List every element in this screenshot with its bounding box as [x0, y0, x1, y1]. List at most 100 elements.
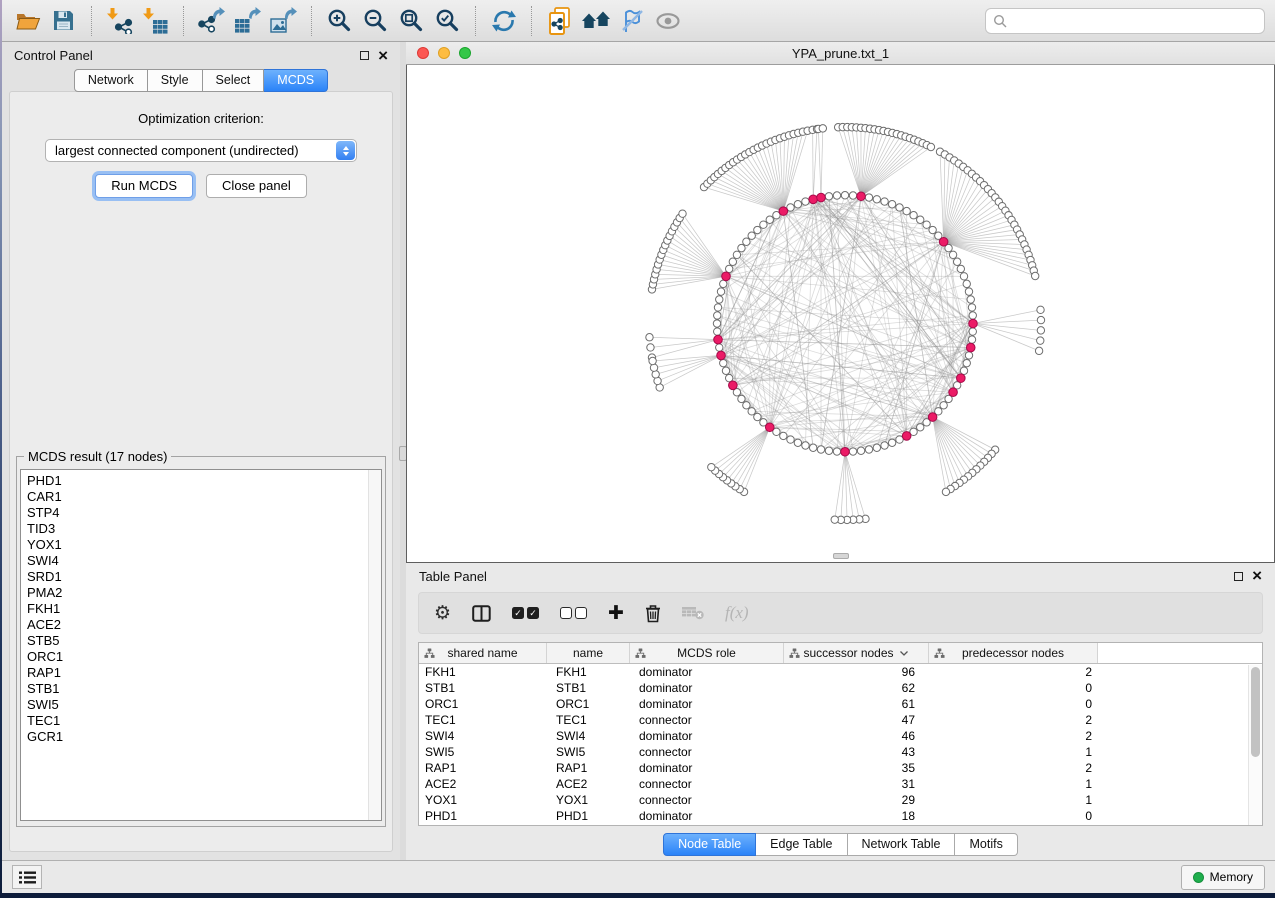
save-session-icon[interactable]	[48, 5, 79, 36]
cell-successor-nodes: 31	[784, 777, 929, 791]
column-header-predecessor-nodes[interactable]: predecessor nodes	[929, 643, 1098, 663]
run-mcds-button[interactable]: Run MCDS	[95, 174, 193, 198]
zoom-fit-icon[interactable]	[396, 5, 427, 36]
cell-name: FKH1	[547, 665, 630, 679]
zoom-selected-icon[interactable]	[432, 5, 463, 36]
tab-motifs[interactable]: Motifs	[955, 833, 1017, 856]
table-row[interactable]: SWI4SWI4dominator462	[419, 728, 1262, 744]
tab-edge-table[interactable]: Edge Table	[756, 833, 847, 856]
tab-network-table[interactable]: Network Table	[848, 833, 956, 856]
table-row[interactable]: ACE2ACE2connector311	[419, 776, 1262, 792]
tab-style[interactable]: Style	[148, 69, 203, 92]
export-table-icon[interactable]	[232, 5, 263, 36]
export-image-icon[interactable]	[268, 5, 299, 36]
table-row[interactable]: ORC1ORC1dominator610	[419, 696, 1262, 712]
control-panel-tabs: NetworkStyleSelectMCDS	[2, 69, 400, 92]
mcds-list-scrollbar[interactable]	[368, 470, 381, 820]
column-header-shared-name[interactable]: shared name	[419, 643, 547, 663]
node-table-body: FKH1FKH1dominator962STB1STB1dominator620…	[419, 664, 1262, 824]
deselect-all-icon[interactable]	[560, 607, 587, 619]
mcds-result-item[interactable]: SWI4	[27, 553, 381, 569]
column-header-name[interactable]: name	[547, 643, 630, 663]
table-scrollbar-thumb[interactable]	[1251, 667, 1260, 757]
main-toolbar	[2, 0, 1275, 42]
table-row[interactable]: FKH1FKH1dominator962	[419, 664, 1262, 680]
cell-predecessor-nodes: 1	[929, 777, 1098, 791]
refresh-layout-icon[interactable]	[488, 5, 519, 36]
network-from-clipboard-icon[interactable]	[544, 5, 575, 36]
select-all-icon[interactable]: ✓✓	[512, 607, 539, 619]
cell-successor-nodes: 29	[784, 793, 929, 807]
mcds-result-item[interactable]: ACE2	[27, 617, 381, 633]
horizontal-splitter-handle[interactable]	[833, 553, 849, 559]
cell-predecessor-nodes: 1	[929, 745, 1098, 759]
delete-row-icon[interactable]	[645, 604, 661, 623]
network-canvas[interactable]	[406, 65, 1275, 563]
node-table[interactable]: shared namenameMCDS rolesuccessor nodesp…	[418, 642, 1263, 826]
import-table-icon[interactable]	[140, 5, 171, 36]
cell-predecessor-nodes: 2	[929, 713, 1098, 727]
mcds-result-item[interactable]: FKH1	[27, 601, 381, 617]
toolbar-search[interactable]	[985, 8, 1265, 34]
float-panel-icon[interactable]	[360, 51, 369, 60]
mcds-result-item[interactable]: PMA2	[27, 585, 381, 601]
import-network-icon[interactable]	[104, 5, 135, 36]
mcds-result-item[interactable]: RAP1	[27, 665, 381, 681]
open-session-icon[interactable]	[12, 5, 43, 36]
mcds-result-item[interactable]: SWI5	[27, 697, 381, 713]
column-header-MCDS-role[interactable]: MCDS role	[630, 643, 784, 663]
cell-name: RAP1	[547, 761, 630, 775]
show-columns-icon[interactable]	[472, 605, 491, 622]
cell-shared-name: SWI5	[419, 745, 547, 759]
export-network-icon[interactable]	[196, 5, 227, 36]
memory-button[interactable]: Memory	[1181, 865, 1265, 890]
table-scrollbar[interactable]	[1248, 665, 1262, 825]
hide-flagged-icon[interactable]	[616, 5, 647, 36]
zoom-in-icon[interactable]	[324, 5, 355, 36]
criterion-select[interactable]: largest connected component (undirected)	[45, 139, 357, 162]
toolbar-separator	[531, 6, 532, 36]
mcds-result-item[interactable]: TID3	[27, 521, 381, 537]
mcds-result-item[interactable]: STB5	[27, 633, 381, 649]
cell-shared-name: ACE2	[419, 777, 547, 791]
cell-successor-nodes: 35	[784, 761, 929, 775]
table-toolbar: ⚙ ✓✓ ✚ f(x)	[418, 592, 1263, 634]
add-row-icon[interactable]: ✚	[608, 604, 624, 623]
search-networks-icon[interactable]	[580, 5, 611, 36]
tab-select[interactable]: Select	[203, 69, 265, 92]
zoom-out-icon[interactable]	[360, 5, 391, 36]
mcds-result-item[interactable]: PHD1	[27, 473, 381, 489]
toolbar-search-input[interactable]	[1012, 14, 1257, 28]
close-panel-button[interactable]: Close panel	[206, 174, 307, 198]
close-panel-icon[interactable]: ×	[378, 51, 388, 61]
table-row[interactable]: TEC1TEC1connector472	[419, 712, 1262, 728]
mcds-result-item[interactable]: YOX1	[27, 537, 381, 553]
table-row[interactable]: PHD1PHD1dominator180	[419, 808, 1262, 824]
mcds-result-list[interactable]: PHD1CAR1STP4TID3YOX1SWI4SRD1PMA2FKH1ACE2…	[20, 469, 382, 821]
mcds-result-item[interactable]: CAR1	[27, 489, 381, 505]
mcds-result-item[interactable]: GCR1	[27, 729, 381, 745]
table-row[interactable]: SWI5SWI5connector431	[419, 744, 1262, 760]
mcds-result-item[interactable]: TEC1	[27, 713, 381, 729]
network-window-titlebar[interactable]: YPA_prune.txt_1	[406, 42, 1275, 65]
table-row[interactable]: YOX1YOX1connector291	[419, 792, 1262, 808]
task-history-button[interactable]	[12, 865, 42, 889]
float-table-panel-icon[interactable]	[1234, 572, 1243, 581]
tab-mcds[interactable]: MCDS	[264, 69, 328, 92]
mcds-result-item[interactable]: ORC1	[27, 649, 381, 665]
tab-network[interactable]: Network	[74, 69, 148, 92]
show-hidden-eye-icon[interactable]	[652, 5, 683, 36]
tab-node-table[interactable]: Node Table	[663, 833, 756, 856]
network-graph[interactable]	[407, 65, 1274, 562]
table-row[interactable]: STB1STB1dominator620	[419, 680, 1262, 696]
mcds-result-item[interactable]: STP4	[27, 505, 381, 521]
mcds-result-item[interactable]: SRD1	[27, 569, 381, 585]
toolbar-separator	[311, 6, 312, 36]
table-row[interactable]: RAP1RAP1dominator352	[419, 760, 1262, 776]
table-settings-icon[interactable]: ⚙	[434, 604, 451, 623]
close-table-panel-icon[interactable]: ×	[1252, 571, 1262, 581]
column-header-successor-nodes[interactable]: successor nodes	[784, 643, 929, 663]
cell-predecessor-nodes: 1	[929, 793, 1098, 807]
mcds-result-item[interactable]: STB1	[27, 681, 381, 697]
cell-name: TEC1	[547, 713, 630, 727]
